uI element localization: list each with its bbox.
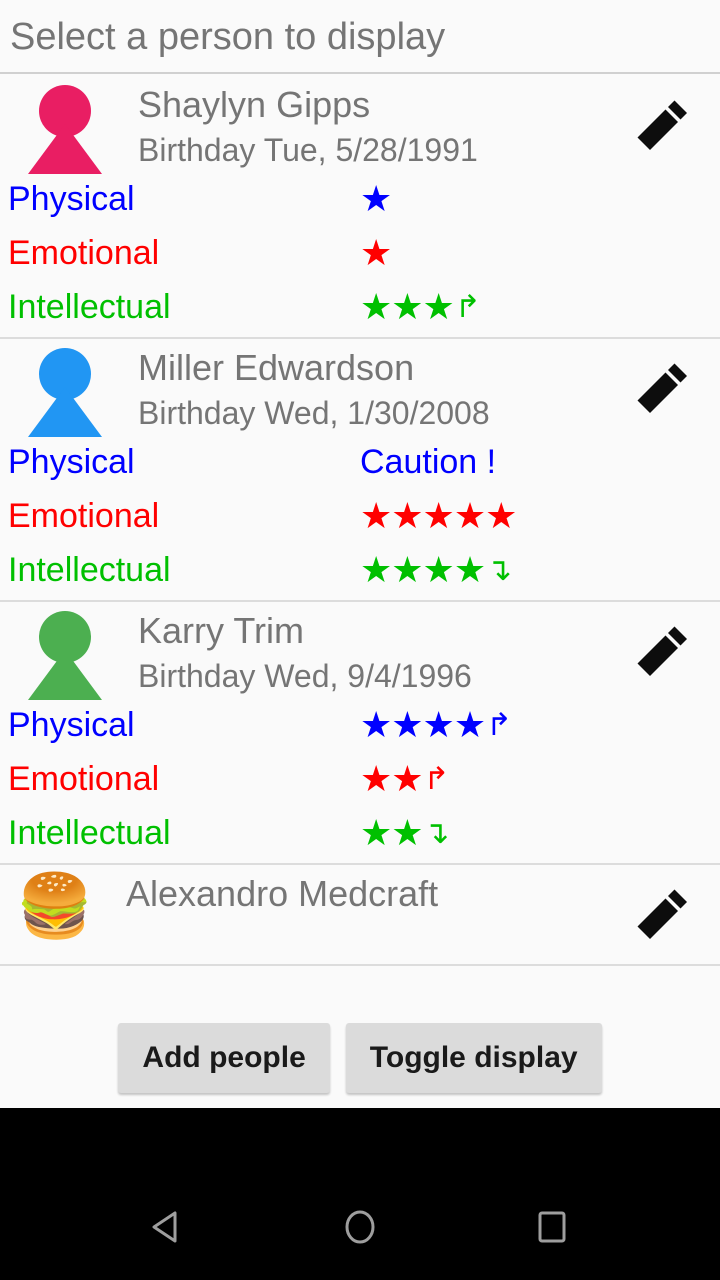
person-card[interactable]: Miller Edwardson Birthday Wed, 1/30/2008 P…	[0, 339, 720, 602]
avatar	[28, 608, 108, 700]
attribute-value-physical: ★★★★ ↱	[360, 705, 512, 745]
edit-person-button[interactable]	[636, 622, 692, 678]
attribute-row-physical: Physical ★	[0, 172, 720, 226]
attribute-row-intellectual: Intellectual ★★ ↴	[0, 806, 720, 860]
avatar-body	[28, 650, 102, 700]
attribute-label-physical: Physical	[8, 706, 135, 744]
attribute-row-physical: Physical Caution !	[0, 435, 720, 489]
attribute-row-emotional: Emotional ★★ ↱	[0, 752, 720, 806]
attribute-row-intellectual: Intellectual ★★★ ↱	[0, 280, 720, 334]
attribute-row-physical: Physical ★★★★ ↱	[0, 698, 720, 752]
trend-arrow-emotional: ↱	[423, 761, 450, 796]
person-text: Karry Trim Birthday Wed, 9/4/1996	[138, 608, 720, 698]
add-people-button[interactable]: Add people	[118, 1022, 330, 1093]
toggle-display-button[interactable]: Toggle display	[345, 1022, 602, 1093]
hamburger-icon: 🍔	[16, 872, 94, 941]
star-rating-physical: ★★★★	[360, 704, 486, 745]
avatar	[28, 345, 108, 437]
person-birthday: Birthday Wed, 1/30/2008	[138, 395, 490, 431]
person-birthday: Birthday Tue, 5/28/1991	[138, 132, 478, 168]
person-list[interactable]: Shaylyn Gipps Birthday Tue, 5/28/1991 Phys…	[0, 76, 720, 1007]
app-root: Select a person to display Shaylyn Gipps…	[0, 0, 720, 1280]
attribute-label-intellectual: Intellectual	[8, 288, 171, 326]
attribute-value-intellectual: ★★ ↴	[360, 813, 450, 853]
edit-person-button[interactable]	[636, 96, 692, 152]
recents-square-icon	[538, 1211, 566, 1243]
trend-arrow-intellectual: ↱	[454, 289, 481, 324]
person-card[interactable]: Shaylyn Gipps Birthday Tue, 5/28/1991 Phys…	[0, 76, 720, 339]
attribute-value-intellectual: ★★★★ ↴	[360, 550, 512, 590]
pencil-icon	[637, 889, 687, 939]
avatar-body	[28, 387, 102, 437]
person-text: Miller Edwardson Birthday Wed, 1/30/2008	[138, 345, 720, 435]
home-circle-icon	[345, 1210, 375, 1244]
star-rating-intellectual: ★★	[360, 812, 424, 853]
person-header[interactable]: 🍔 Alexandro Medcraft	[0, 865, 720, 961]
attribute-label-intellectual: Intellectual	[8, 551, 171, 589]
bottom-button-bar: Add people Toggle display	[0, 1007, 720, 1108]
attribute-label-emotional: Emotional	[8, 760, 160, 798]
attribute-value-emotional: ★	[360, 233, 392, 273]
person-name: Miller Edwardson	[138, 347, 415, 388]
star-rating-intellectual: ★★★★	[360, 549, 486, 590]
star-rating-emotional: ★★★★★	[360, 495, 517, 536]
attribute-row-emotional: Emotional ★	[0, 226, 720, 280]
star-rating-intellectual: ★★★	[360, 286, 455, 327]
back-triangle-icon	[152, 1211, 177, 1243]
pencil-icon	[637, 363, 687, 413]
edit-person-button[interactable]	[636, 359, 692, 415]
attribute-value-intellectual: ★★★ ↱	[360, 287, 481, 327]
trend-arrow-intellectual: ↴	[423, 815, 450, 850]
trend-arrow-intellectual: ↴	[486, 552, 513, 587]
pencil-icon	[637, 626, 687, 676]
attribute-value-emotional: ★★ ↱	[360, 759, 450, 799]
nav-recents-button[interactable]	[516, 1191, 588, 1263]
attribute-label-emotional: Emotional	[8, 497, 160, 535]
person-card[interactable]: 🍔 Alexandro Medcraft	[0, 865, 720, 966]
list-header: Select a person to display	[0, 0, 720, 74]
attribute-row-emotional: Emotional ★★★★★	[0, 489, 720, 543]
person-header[interactable]: Miller Edwardson Birthday Wed, 1/30/2008	[0, 339, 720, 437]
avatar-body	[28, 124, 102, 174]
person-name: Karry Trim	[138, 610, 304, 651]
attribute-row-intellectual: Intellectual ★★★★ ↴	[0, 543, 720, 597]
person-header[interactable]: Karry Trim Birthday Wed, 9/4/1996	[0, 602, 720, 700]
attribute-label-physical: Physical	[8, 443, 135, 481]
edit-person-button[interactable]	[636, 885, 692, 941]
nav-back-button[interactable]	[132, 1191, 204, 1263]
caution-text-physical: Caution !	[360, 443, 497, 481]
pencil-icon	[637, 100, 687, 150]
attribute-value-physical: Caution !	[360, 442, 496, 482]
trend-arrow-physical: ↱	[486, 707, 513, 742]
star-rating-emotional: ★	[360, 232, 392, 273]
person-text: Shaylyn Gipps Birthday Tue, 5/28/1991	[138, 82, 720, 172]
avatar	[28, 82, 108, 174]
android-nav-bar	[0, 1108, 720, 1280]
person-birthday: Birthday Wed, 9/4/1996	[138, 658, 472, 694]
star-rating-physical: ★	[360, 178, 392, 219]
person-card[interactable]: Karry Trim Birthday Wed, 9/4/1996 Physical…	[0, 602, 720, 865]
attribute-label-physical: Physical	[8, 180, 135, 218]
attribute-label-intellectual: Intellectual	[8, 814, 171, 852]
person-name: Alexandro Medcraft	[126, 873, 439, 914]
page-title: Select a person to display	[10, 16, 446, 58]
attribute-label-emotional: Emotional	[8, 234, 160, 272]
person-text: Alexandro Medcraft	[126, 871, 720, 917]
star-rating-emotional: ★★	[360, 758, 424, 799]
attribute-value-physical: ★	[360, 179, 392, 219]
person-header[interactable]: Shaylyn Gipps Birthday Tue, 5/28/1991	[0, 76, 720, 174]
nav-home-button[interactable]	[324, 1191, 396, 1263]
person-name: Shaylyn Gipps	[138, 84, 371, 125]
avatar-emoji: 🍔	[16, 871, 96, 963]
attribute-value-emotional: ★★★★★	[360, 496, 517, 536]
